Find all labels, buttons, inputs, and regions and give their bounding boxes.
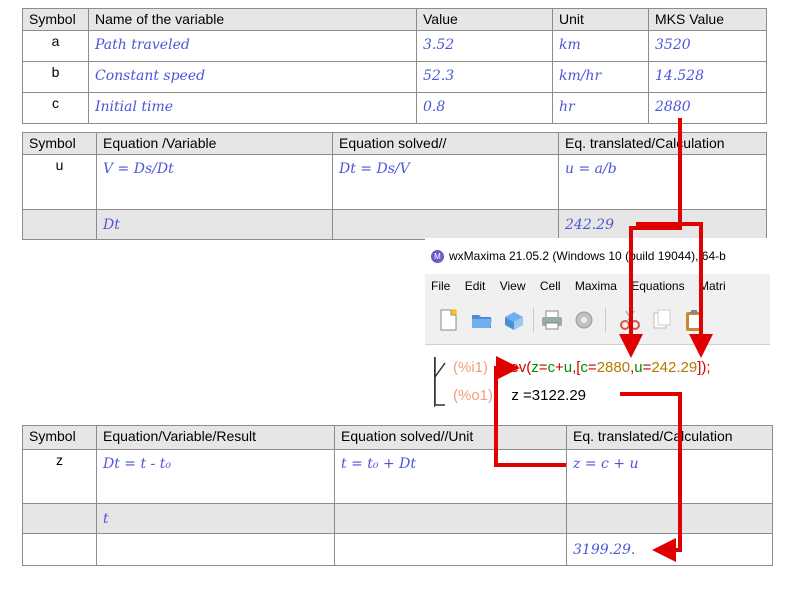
wxmaxima-logo-icon: M (431, 250, 444, 264)
input-val1: 2880 (596, 359, 631, 376)
header-symbol: Symbol (22, 425, 97, 450)
table-row: Dt 242.29 (22, 209, 767, 240)
menu-cell[interactable]: Cell (540, 279, 561, 293)
header-value: Value (416, 8, 553, 31)
table-row: 3199.29. (22, 533, 773, 566)
menu-edit[interactable]: Edit (465, 279, 486, 293)
window-title-bar: MwxMaxima 21.05.2 (Windows 10 (build 190… (425, 238, 770, 274)
input-fn: ev( (510, 359, 532, 376)
solved-cell (332, 209, 559, 240)
header-calculation: Eq. translated/Calculation (558, 132, 767, 155)
open-folder-icon[interactable] (469, 307, 495, 333)
symbol-cell: c (22, 92, 89, 124)
print-icon[interactable] (539, 307, 565, 333)
symbol-cell: b (22, 61, 89, 93)
worksheet[interactable]: (%i1) ev(z=c+u,[c=2880,u=242.29]); (%o1)… (425, 344, 770, 414)
solved-cell (334, 533, 567, 566)
cell-bracket-icon (434, 357, 446, 406)
name-cell: Constant speed (88, 61, 417, 93)
header-mks: MKS Value (648, 8, 767, 31)
equation-cell (96, 533, 335, 566)
calculation-cell: 3199.29. (566, 533, 773, 566)
equation-table-z: Symbol Equation/Variable/Result Equation… (22, 425, 773, 566)
input-line[interactable]: (%i1) ev(z=c+u,[c=2880,u=242.29]); (453, 359, 711, 376)
menu-matrix[interactable]: Matri (699, 279, 726, 293)
copy-icon[interactable] (649, 307, 675, 333)
input-val2: 242.29 (651, 359, 698, 376)
equation-cell: V = Ds/Dt (96, 154, 333, 210)
unit-cell: hr (552, 92, 649, 124)
mks-cell: 14.528 (648, 61, 767, 93)
menu-bar: File Edit View Cell Maxima Equations Mat… (425, 274, 770, 298)
header-equation: Equation/Variable/Result (96, 425, 335, 450)
calculation-cell: u = a/b (558, 154, 767, 210)
input-eq2: = (587, 359, 597, 376)
menu-equations[interactable]: Equations (631, 279, 684, 293)
name-cell: Path traveled (88, 30, 417, 62)
output-value: z =3122.29 (511, 387, 587, 404)
variables-table: Symbol Name of the variable Value Unit M… (22, 8, 767, 124)
symbol-cell (22, 209, 97, 240)
value-cell: 52.3 (416, 61, 553, 93)
value-cell: 3.52 (416, 30, 553, 62)
calculation-cell (566, 503, 773, 534)
symbol-cell (22, 533, 97, 566)
calculation-cell: 242.29 (558, 209, 767, 240)
menu-view[interactable]: View (500, 279, 526, 293)
settings-gear-icon[interactable] (571, 307, 597, 333)
input-z: z (531, 359, 539, 376)
output-label: (%o1) (453, 387, 494, 404)
solved-cell (334, 503, 567, 534)
symbol-cell: a (22, 30, 89, 62)
symbol-cell: z (22, 449, 97, 504)
output-line: (%o1) z =3122.29 (453, 387, 586, 404)
header-unit: Unit (552, 8, 649, 31)
header-symbol: Symbol (22, 132, 97, 155)
table-row: t (22, 503, 773, 534)
equation-table-u: Symbol Equation /Variable Equation solve… (22, 132, 767, 240)
save-icon[interactable] (501, 307, 527, 333)
menu-file[interactable]: File (431, 279, 450, 293)
input-plus: + (554, 359, 564, 376)
cell-bracket[interactable] (434, 357, 446, 407)
table-row: z Dt = t - t₀ t = t₀ + Dt z = c + u (22, 449, 773, 504)
toolbar (425, 298, 770, 344)
menu-maxima[interactable]: Maxima (575, 279, 617, 293)
mks-cell: 3520 (648, 30, 767, 62)
value-cell: 0.8 (416, 92, 553, 124)
equation-cell: Dt (96, 209, 333, 240)
header-calculation: Eq. translated/Calculation (566, 425, 773, 450)
input-u2: u (634, 359, 643, 376)
equation-cell: Dt = t - t₀ (96, 449, 335, 504)
header-solved: Equation solved// (332, 132, 559, 155)
input-label: (%i1) (453, 359, 489, 376)
cut-icon[interactable] (617, 307, 643, 333)
paste-icon[interactable] (681, 307, 707, 333)
table-row: c Initial time 0.8 hr 2880 (22, 92, 767, 124)
solved-cell: Dt = Ds/V (332, 154, 559, 210)
symbol-cell: u (22, 154, 97, 210)
calculation-cell: z = c + u (566, 449, 773, 504)
unit-cell: km/hr (552, 61, 649, 93)
window-title: wxMaxima 21.05.2 (Windows 10 (build 1904… (449, 249, 726, 263)
header-equation: Equation /Variable (96, 132, 333, 155)
input-close: ]); (697, 359, 711, 376)
header-solved: Equation solved//Unit (334, 425, 567, 450)
table-row: u V = Ds/Dt Dt = Ds/V u = a/b (22, 154, 767, 210)
header-symbol: Symbol (22, 8, 89, 31)
table-row: b Constant speed 52.3 km/hr 14.528 (22, 61, 767, 93)
input-c: c (547, 359, 555, 376)
name-cell: Initial time (88, 92, 417, 124)
new-document-icon[interactable] (435, 307, 461, 333)
input-c2: c (580, 359, 588, 376)
input-u: u (563, 359, 573, 376)
equation-cell: t (96, 503, 335, 534)
mks-cell: 2880 (648, 92, 767, 124)
wxmaxima-window: MwxMaxima 21.05.2 (Windows 10 (build 190… (425, 238, 770, 414)
solved-cell: t = t₀ + Dt (334, 449, 567, 504)
header-name: Name of the variable (88, 8, 417, 31)
symbol-cell (22, 503, 97, 534)
unit-cell: km (552, 30, 649, 62)
table-row: a Path traveled 3.52 km 3520 (22, 30, 767, 62)
